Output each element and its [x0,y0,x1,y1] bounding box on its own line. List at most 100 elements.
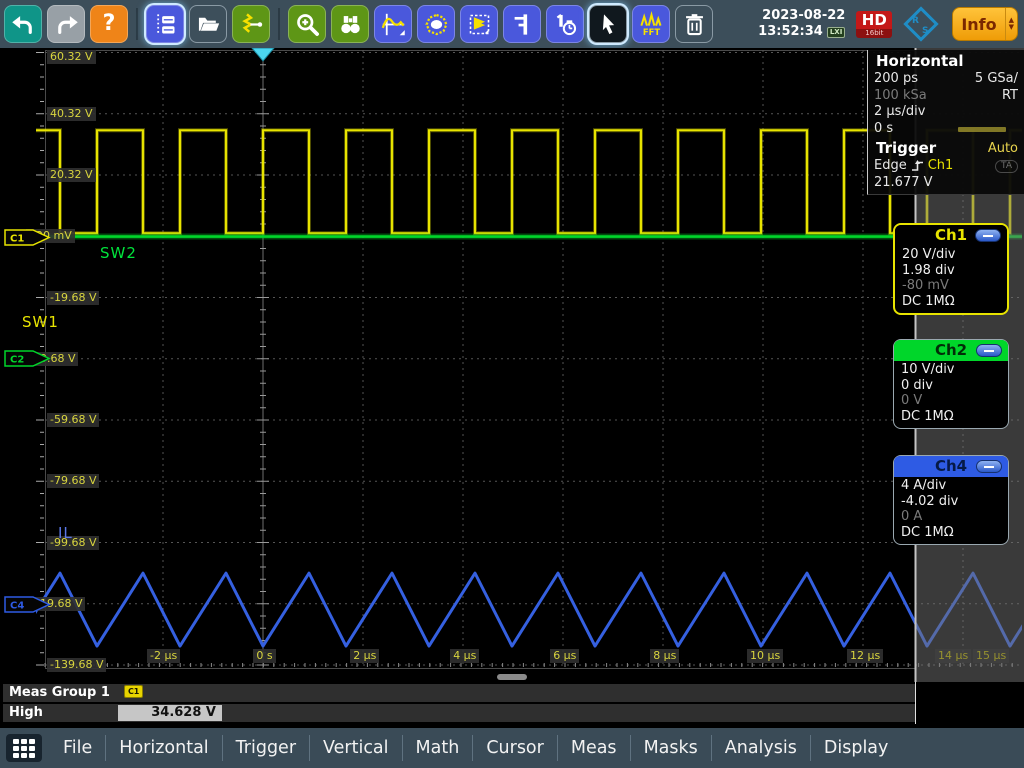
ch4-trace [0,573,1024,646]
svg-text:C4: C4 [10,601,24,612]
record-length-value: 100 kSa [874,88,927,105]
lxi-badge: LXI [827,27,845,38]
menu-bar: FileHorizontalTriggerVerticalMathCursorM… [0,728,1024,768]
ch2-position: 0 div [901,378,1001,394]
waveforms [0,130,1024,646]
ch4-offset: 0 A [901,509,1001,525]
trigger-ta-badge: TA [995,160,1018,173]
wave-label-sw1: SW1 [22,313,59,331]
hd-mode-badge: HD 16bit [856,11,892,38]
menu-item-file[interactable]: File [50,738,105,758]
ch4-scale: 4 A/div [901,478,1001,494]
acquisition-bar [958,127,1006,132]
open-file-icon[interactable] [189,5,227,43]
acq-mode-value: RT [1002,88,1018,105]
ch2-coupling: DC 1MΩ [901,409,1001,425]
v-axis-label: 60.32 V [47,50,96,64]
channel-marker-c1[interactable]: C1 [4,229,52,246]
toolbar-separator [278,8,280,40]
meas-separator [915,682,916,724]
ch4-position: -4.02 div [901,494,1001,510]
horizontal-position-value: 0 s [874,121,893,138]
v-axis-label: 20.32 V [47,168,96,182]
t-axis-label: 14 µs [935,649,971,663]
ch1-position: 1.98 div [902,263,1000,279]
demo-flag-icon[interactable] [460,5,498,43]
v-axis-label: -139.68 V [47,658,106,672]
menu-item-analysis[interactable]: Analysis [712,738,810,758]
redo-icon[interactable] [47,5,85,43]
toolbar-separator [136,8,138,40]
info-label: Info [953,15,1004,34]
meas-source-badge: C1 [124,685,143,698]
channel-marker-c2[interactable]: C2 [4,350,52,367]
time-label: 13:52:34 [758,24,823,40]
trigger-position-icon[interactable] [252,48,274,61]
channel-badge-ch4[interactable]: Ch4 4 A/div -4.02 div 0 A DC 1MΩ [893,455,1009,545]
ch1-coupling: DC 1MΩ [902,294,1000,310]
mask-test-icon[interactable] [417,5,455,43]
t-axis-label: 6 µs [550,649,579,663]
menu-item-masks[interactable]: Masks [631,738,711,758]
trigger-level-value: 21.677 V [874,175,933,192]
menu-item-trigger[interactable]: Trigger [223,738,309,758]
zoom-icon[interactable] [288,5,326,43]
t-axis-label: 2 µs [350,649,379,663]
minimize-button[interactable] [975,229,1001,242]
channel-badge-ch1[interactable]: Ch1 20 V/div 1.98 div -80 mV DC 1MΩ [893,223,1009,315]
ch1-scale: 20 V/div [902,247,1000,263]
menu-item-display[interactable]: Display [811,738,902,758]
apps-menu-icon[interactable] [6,734,42,762]
v-axis-label: 40.32 V [47,107,96,121]
scroll-handle[interactable] [497,674,527,680]
minimize-button[interactable] [976,460,1002,473]
horizontal-panel-title: Horizontal [868,50,1024,71]
t-axis-label: -2 µs [147,649,180,663]
svg-text:C2: C2 [10,355,24,366]
fft-label: FFT [642,27,660,37]
v-axis-label: -99.68 V [47,536,99,550]
wave-label-il: IL [58,524,73,542]
annotate-signal-icon[interactable] [232,5,270,43]
svg-text:S: S [922,26,928,36]
oscilloscope-screen: { "toolbar": { "icon_names": ["undo-icon… [0,0,1024,768]
ch4-coupling: DC 1MΩ [901,525,1001,541]
cursor-select-icon[interactable] [589,5,627,43]
rs-logo-icon: R S [901,4,941,44]
t-axis-label: 0 s [253,649,275,663]
svg-text:C1: C1 [10,233,24,244]
v-axis-label: -59.68 V [47,413,99,427]
minimize-button[interactable] [976,344,1002,357]
help-glyph: ? [103,13,116,35]
delete-icon[interactable] [675,5,713,43]
menu-item-cursor[interactable]: Cursor [473,738,557,758]
show-dialog-icon[interactable] [146,5,184,43]
help-icon[interactable]: ? [90,5,128,43]
menu-item-math[interactable]: Math [403,738,473,758]
menu-item-meas[interactable]: Meas [558,738,630,758]
undo-icon[interactable] [4,5,42,43]
waveform-settings-icon[interactable] [374,5,412,43]
search-icon[interactable] [331,5,369,43]
channel-badge-ch2[interactable]: Ch2 10 V/div 0 div 0 V DC 1MΩ [893,339,1009,429]
horizontal-trigger-panel[interactable]: Horizontal 200 ps5 GSa/ 100 kSaRT 2 µs/d… [867,50,1024,195]
waveform-display[interactable]: 60.32 V40.32 V20.32 V320 mV-19.68 V-39.6… [0,48,1024,682]
channel-title-ch4: Ch4 [894,456,1008,477]
t-axis-label: 15 µs [973,649,1009,663]
trigger-edge-icon[interactable] [503,5,541,43]
toolbar: ? FFT 2023-08-22 13:52:34LXI [0,0,1024,48]
menu-item-vertical[interactable]: Vertical [310,738,402,758]
measurement-bar[interactable]: Meas Group 1C1 High 34.628 V [0,682,1024,724]
channel-title-ch2: Ch2 [894,340,1008,361]
ch2-offset: 0 V [901,393,1001,409]
info-button[interactable]: Info ▲▼ [952,7,1018,41]
menu-item-horizontal[interactable]: Horizontal [106,738,221,758]
sample-rate-value: 5 GSa/ [975,71,1018,88]
timebase-scale-value: 2 µs/div [874,104,925,121]
channel-marker-c4[interactable]: C4 [4,596,52,613]
ch2-scale: 10 V/div [901,362,1001,378]
trigger-timer-icon[interactable] [546,5,584,43]
info-spinner[interactable]: ▲▼ [1005,8,1017,40]
t-axis-label: 4 µs [450,649,479,663]
fft-icon[interactable]: FFT [632,5,670,43]
